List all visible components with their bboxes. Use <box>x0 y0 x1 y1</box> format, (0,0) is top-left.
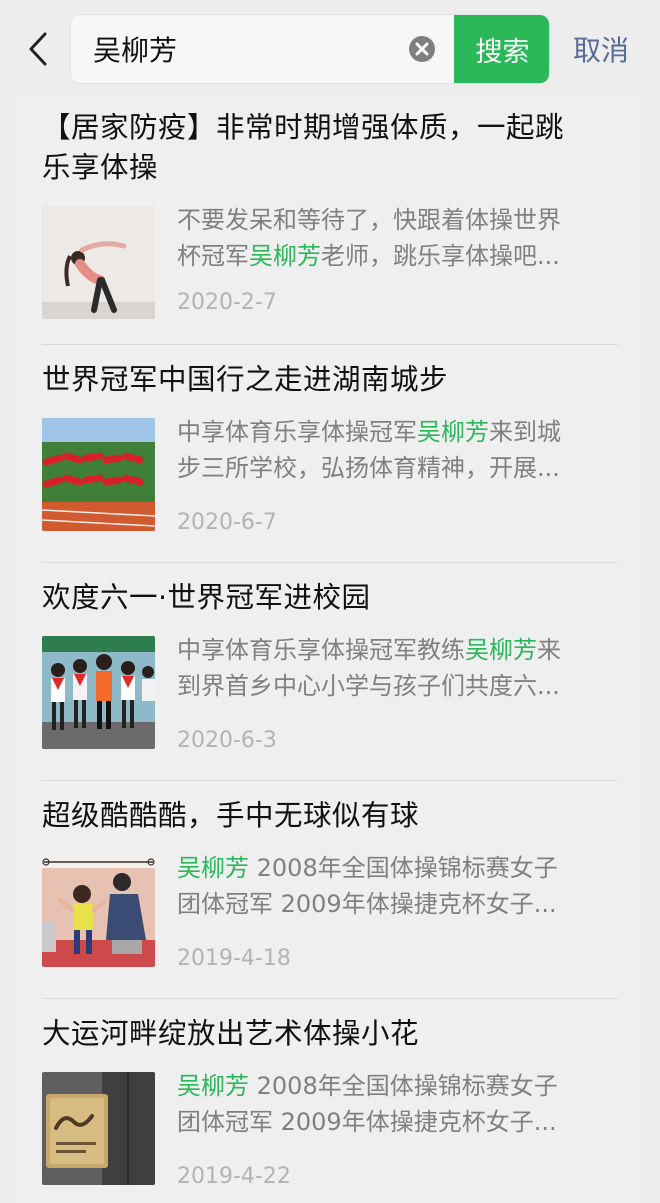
result-title: 大运河畔绽放出艺术体操小花 <box>42 1014 622 1054</box>
snippet-line: 步三所学校，弘扬体育精神，开展... <box>177 454 560 482</box>
result-title-line: 乐享体操 <box>42 151 159 184</box>
result-snippet: 中享体育乐享体操冠军教练吴柳芳来 到界首乡中心小学与孩子们共度六... <box>177 632 612 704</box>
search-results-screen: 搜索 取消 【居家防疫】非常时期增强体质，一起跳 乐享体操 <box>0 0 660 1203</box>
search-box: 搜索 <box>70 14 550 84</box>
result-snippet: 中享体育乐享体操冠军吴柳芳来到城 步三所学校，弘扬体育精神，开展... <box>177 414 612 486</box>
highlight-keyword: 吴柳芳 <box>177 1072 249 1100</box>
divider <box>42 344 618 345</box>
divider <box>42 780 618 781</box>
result-date: 2020-2-7 <box>177 290 277 315</box>
result-item[interactable]: 大运河畔绽放出艺术体操小花 吴柳芳 2008年全国体操锦标赛女子 团体冠军 20… <box>14 1000 646 1203</box>
divider <box>42 562 618 563</box>
snippet-line: 中享体育乐享体操冠军教练吴柳芳来 <box>177 636 561 664</box>
result-item[interactable]: 世界冠军中国行之走进湖南城步 中享体育乐享体操冠军吴柳芳来到城 步三所学校，弘扬… <box>14 346 646 564</box>
back-button[interactable] <box>18 24 58 74</box>
snippet-line: 不要发呆和等待了，快跟着体操世界 <box>177 206 561 234</box>
result-item[interactable]: 超级酷酷酷，手中无球似有球 吴柳芳 2008年全国体操锦标赛女子 团体冠军 20… <box>14 782 646 1000</box>
result-date: 2019-4-22 <box>177 1164 291 1189</box>
result-title-line: 超级酷酷酷，手中无球似有球 <box>42 799 420 832</box>
result-title-line: 大运河畔绽放出艺术体操小花 <box>42 1017 420 1050</box>
snippet-line: 吴柳芳 2008年全国体操锦标赛女子 <box>177 854 558 882</box>
result-date: 2020-6-7 <box>177 510 277 535</box>
result-title: 欢度六一·世界冠军进校园 <box>42 578 622 618</box>
result-title: 世界冠军中国行之走进湖南城步 <box>42 360 622 400</box>
result-snippet: 不要发呆和等待了，快跟着体操世界 杯冠军吴柳芳老师，跳乐享体操吧... <box>177 202 612 274</box>
snippet-line: 团体冠军 2009年体操捷克杯女子... <box>177 890 557 918</box>
result-thumbnail <box>42 418 155 531</box>
result-thumbnail <box>42 854 155 967</box>
clear-circle-icon[interactable] <box>408 35 436 63</box>
highlight-keyword: 吴柳芳 <box>465 636 537 664</box>
result-title: 【居家防疫】非常时期增强体质，一起跳 乐享体操 <box>42 108 622 188</box>
result-snippet: 吴柳芳 2008年全国体操锦标赛女子 团体冠军 2009年体操捷克杯女子... <box>177 1068 612 1140</box>
cancel-button[interactable]: 取消 <box>566 28 636 70</box>
search-input[interactable] <box>71 15 401 83</box>
result-snippet: 吴柳芳 2008年全国体操锦标赛女子 团体冠军 2009年体操捷克杯女子... <box>177 850 612 922</box>
snippet-line: 到界首乡中心小学与孩子们共度六... <box>177 672 560 700</box>
result-title-line: 世界冠军中国行之走进湖南城步 <box>42 363 449 396</box>
snippet-line: 中享体育乐享体操冠军吴柳芳来到城 <box>177 418 561 446</box>
result-item[interactable]: 欢度六一·世界冠军进校园 中享体育乐享体操冠军教练吴柳芳来 到界首乡中心小学与孩… <box>14 564 646 782</box>
result-thumbnail <box>42 636 155 749</box>
result-date: 2020-6-3 <box>177 728 277 753</box>
result-title-line: 欢度六一·世界冠军进校园 <box>42 581 371 614</box>
snippet-line: 吴柳芳 2008年全国体操锦标赛女子 <box>177 1072 558 1100</box>
highlight-keyword: 吴柳芳 <box>177 854 249 882</box>
back-chevron-icon <box>28 32 48 66</box>
result-thumbnail <box>42 206 155 319</box>
result-title-line: 【居家防疫】非常时期增强体质，一起跳 <box>42 111 565 144</box>
result-date: 2019-4-18 <box>177 946 291 971</box>
search-header: 搜索 取消 <box>0 0 660 96</box>
divider <box>42 998 618 999</box>
results-list: 【居家防疫】非常时期增强体质，一起跳 乐享体操 不要发呆和等待了，快跟着体操世界… <box>14 92 646 1203</box>
result-thumbnail <box>42 1072 155 1185</box>
result-title: 超级酷酷酷，手中无球似有球 <box>42 796 622 836</box>
snippet-line: 团体冠军 2009年体操捷克杯女子... <box>177 1108 557 1136</box>
highlight-keyword: 吴柳芳 <box>417 418 489 446</box>
highlight-keyword: 吴柳芳 <box>249 242 321 270</box>
result-item[interactable]: 【居家防疫】非常时期增强体质，一起跳 乐享体操 不要发呆和等待了，快跟着体操世界… <box>14 92 646 346</box>
search-button[interactable]: 搜索 <box>454 15 549 83</box>
snippet-line: 杯冠军吴柳芳老师，跳乐享体操吧... <box>177 242 560 270</box>
